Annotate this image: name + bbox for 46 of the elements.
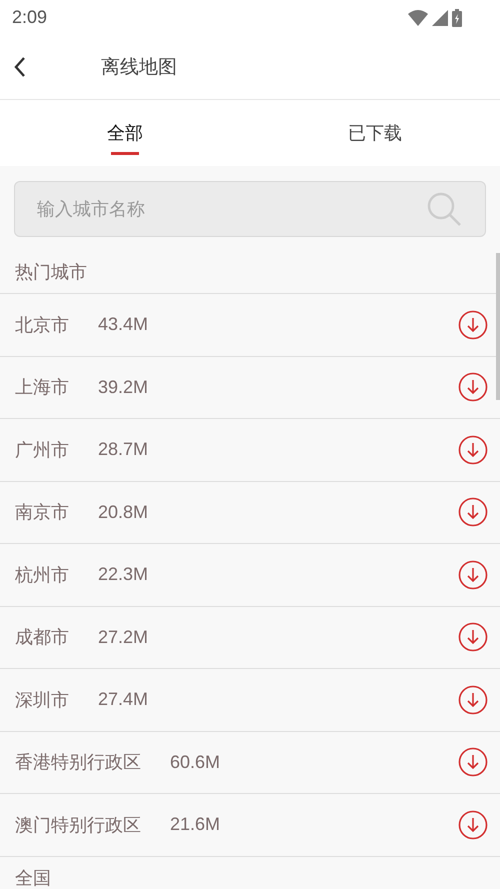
download-button[interactable]: [458, 810, 488, 840]
city-name: 香港特别行政区: [15, 751, 141, 774]
download-button[interactable]: [458, 310, 488, 340]
tab[interactable]: 全部: [0, 100, 250, 166]
city-name: 北京市: [15, 314, 69, 337]
download-button[interactable]: [458, 747, 488, 778]
wifi-icon: [408, 10, 428, 26]
tab[interactable]: 已下载: [250, 100, 500, 166]
city-name: 杭州市: [15, 564, 69, 587]
city-row[interactable]: 成都市 27.2M: [0, 606, 500, 669]
download-button[interactable]: [458, 560, 488, 590]
download-button[interactable]: [458, 497, 488, 528]
search-icon: [427, 192, 461, 226]
city-size: 39.2M: [98, 376, 150, 398]
battery-icon: [452, 8, 462, 26]
city-row[interactable]: 杭州市 22.3M: [0, 544, 500, 606]
page-title: 离线地图: [101, 55, 177, 80]
status-time: 2:09: [12, 7, 48, 28]
city-size: 21.6M: [170, 814, 222, 836]
city-size: 60.6M: [170, 752, 222, 773]
city-row[interactable]: 广州市 28.7M: [0, 419, 500, 482]
city-name: 深圳市: [15, 688, 69, 712]
city-size: 27.4M: [98, 689, 150, 710]
download-button[interactable]: [458, 684, 488, 715]
section-title: 全国: [15, 866, 51, 889]
search-field[interactable]: 输入城市名称: [14, 181, 486, 237]
city-size: 20.8M: [98, 502, 150, 523]
download-button[interactable]: [458, 434, 488, 465]
download-button[interactable]: [458, 622, 488, 652]
city-name: 南京市: [15, 501, 69, 524]
city-row[interactable]: 南京市 20.8M: [0, 482, 500, 544]
city-row[interactable]: 香港特别行政区 60.6M: [0, 732, 500, 794]
city-row[interactable]: 澳门特别行政区 21.6M: [0, 794, 500, 856]
city-size: 28.7M: [98, 439, 150, 460]
city-size: 43.4M: [98, 314, 150, 336]
signal-icon: [432, 10, 448, 26]
city-name: 上海市: [15, 376, 69, 400]
city-name: 广州市: [15, 438, 69, 462]
city-name: 澳门特别行政区: [15, 814, 141, 837]
search-input[interactable]: 输入城市名称: [35, 198, 427, 220]
city-name: 成都市: [15, 626, 69, 650]
download-button[interactable]: [458, 372, 488, 402]
city-size: 22.3M: [98, 564, 150, 586]
section-title: 热门城市: [15, 261, 87, 284]
city-size: 27.2M: [98, 626, 150, 648]
city-row[interactable]: 深圳市 27.4M: [0, 669, 500, 732]
